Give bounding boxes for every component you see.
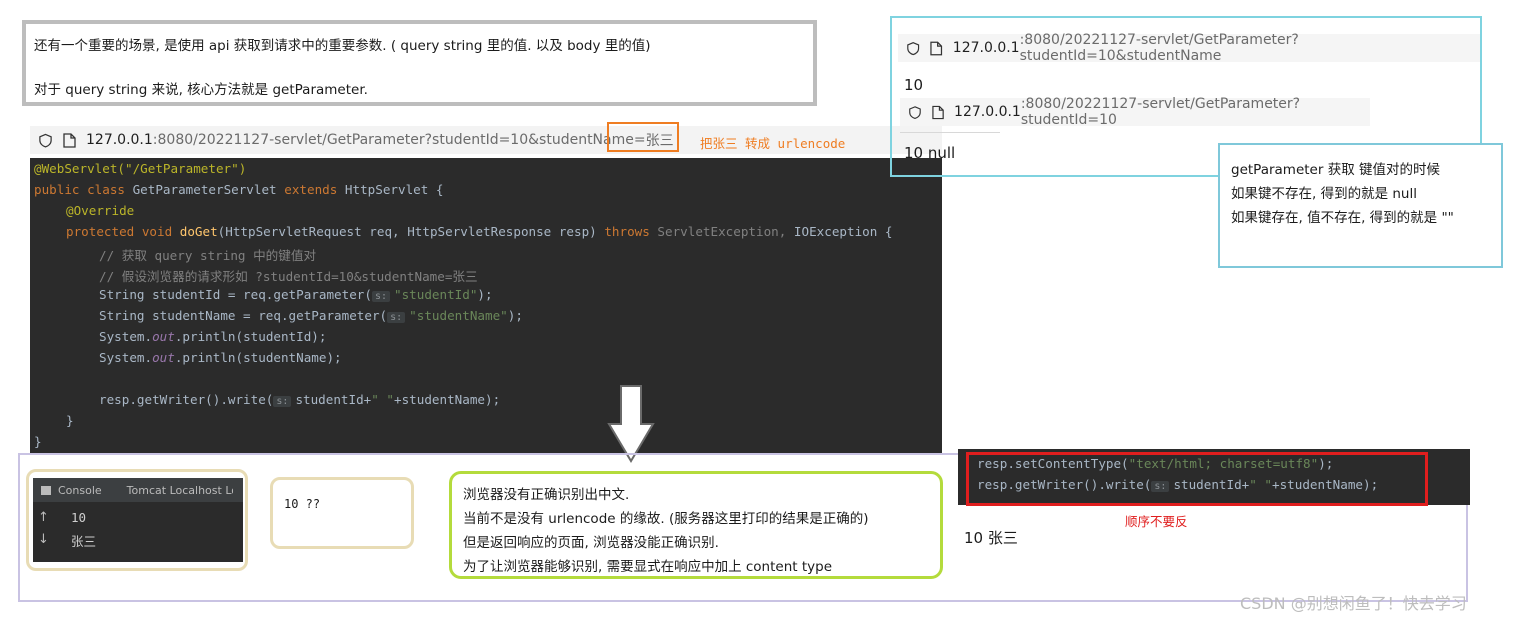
console-tabs: Console Tomcat Localhost Log [33, 478, 243, 502]
code-line: System.out.println(studentId); [99, 329, 327, 344]
shield-icon [907, 41, 920, 55]
result-1: 10 [904, 76, 924, 94]
final-output: 10 张三 [964, 529, 1018, 547]
url-bar-1[interactable]: 127.0.0.1:8080/20221127-servlet/GetParam… [898, 32, 1480, 64]
tip-line-1: getParameter 获取 键值对的时候 [1231, 162, 1440, 178]
code-line: // 假设浏览器的请求形如 ?studentId=10&studentName=… [99, 269, 478, 284]
explanation-note: 浏览器没有正确识别出中文. 当前不是没有 urlencode 的缘故. (服务器… [449, 471, 943, 579]
code-editor: @WebServlet("/GetParameter") public clas… [30, 158, 942, 454]
result-2: 10 null [904, 144, 956, 162]
console-output-2: 张三 [71, 534, 97, 549]
order-highlight-box [966, 452, 1428, 506]
url-path: :8080/20221127-servlet/GetParameter?stud… [152, 132, 646, 148]
intro-box: 还有一个重要的场景, 是使用 api 获取到请求中的重要参数. ( query … [22, 20, 817, 106]
console-panel: Console Tomcat Localhost Log ↑ ↓ 10 张三 [33, 478, 243, 562]
watermark: CSDN @别想闲鱼了！快去学习 [1240, 594, 1467, 613]
console-box: Console Tomcat Localhost Log ↑ ↓ 10 张三 [26, 469, 248, 571]
note-line-3: 但是返回响应的页面, 浏览器没能正确识别. [463, 535, 719, 551]
code-line: } [66, 413, 74, 428]
page-icon [930, 41, 943, 55]
tip-line-3: 如果键存在, 值不存在, 得到的就是 "" [1231, 210, 1454, 226]
tab-console[interactable]: Console [41, 484, 102, 497]
url-path: :8080/20221127-servlet/GetParameter?stud… [1019, 32, 1299, 64]
order-note: 顺序不要反 [1125, 514, 1188, 529]
url-bar-2[interactable]: 127.0.0.1:8080/20221127-servlet/GetParam… [900, 96, 1370, 128]
code-line: } [34, 434, 42, 449]
code-line: resp.getWriter().write(s: studentId+" "+s… [99, 392, 501, 407]
tip-box: getParameter 获取 键值对的时候 如果键不存在, 得到的就是 nul… [1218, 143, 1503, 268]
shield-icon [909, 105, 921, 119]
tip-line-2: 如果键不存在, 得到的就是 null [1231, 186, 1417, 202]
scroll-down-icon[interactable]: ↓ [38, 532, 49, 547]
code-line: String studentId = req.getParameter(s: "s… [99, 287, 493, 302]
console-output-1: 10 [71, 510, 87, 525]
code-line: // 获取 query string 中的键值对 [99, 248, 317, 263]
url-host: 127.0.0.1 [952, 40, 1020, 56]
urlencode-annotation: 把张三 转成 urlencode [700, 136, 846, 151]
scroll-up-icon[interactable]: ↑ [38, 510, 49, 525]
browser-output-box: 10 ?? [270, 477, 414, 549]
tab-tomcat-log[interactable]: Tomcat Localhost Log [120, 484, 233, 497]
intro-line-1: 还有一个重要的场景, 是使用 api 获取到请求中的重要参数. ( query … [34, 38, 651, 54]
code-line: String studentName = req.getParameter(s:… [99, 308, 523, 323]
highlight-box [607, 122, 679, 152]
page-icon [63, 132, 76, 148]
note-line-4: 为了让浏览器能够识别, 需要显式在响应中加上 content type [463, 559, 833, 575]
note-line-1: 浏览器没有正确识别出中文. [463, 487, 630, 503]
browser-output: 10 ?? [284, 497, 321, 511]
shield-icon [39, 133, 52, 148]
code-line: System.out.println(studentName); [99, 350, 342, 365]
note-line-2: 当前不是没有 urlencode 的缘故. (服务器这里打印的结果是正确的) [463, 511, 869, 527]
console-icon [41, 485, 51, 495]
url-host: 127.0.0.1 [954, 104, 1021, 120]
code-line: @WebServlet("/GetParameter") [34, 161, 247, 176]
url-host: 127.0.0.1 [86, 132, 153, 148]
page-icon [932, 105, 944, 119]
arrow-down-icon [607, 385, 655, 463]
intro-line-2: 对于 query string 来说, 核心方法就是 getParameter. [34, 82, 368, 98]
code-line: @Override [66, 203, 135, 218]
url-path: :8080/20221127-servlet/GetParameter?stud… [1020, 96, 1301, 128]
divider [900, 132, 1000, 133]
code-line: public class GetParameterServlet extends… [34, 182, 444, 197]
code-line: protected void doGet(HttpServletRequest … [66, 224, 893, 239]
